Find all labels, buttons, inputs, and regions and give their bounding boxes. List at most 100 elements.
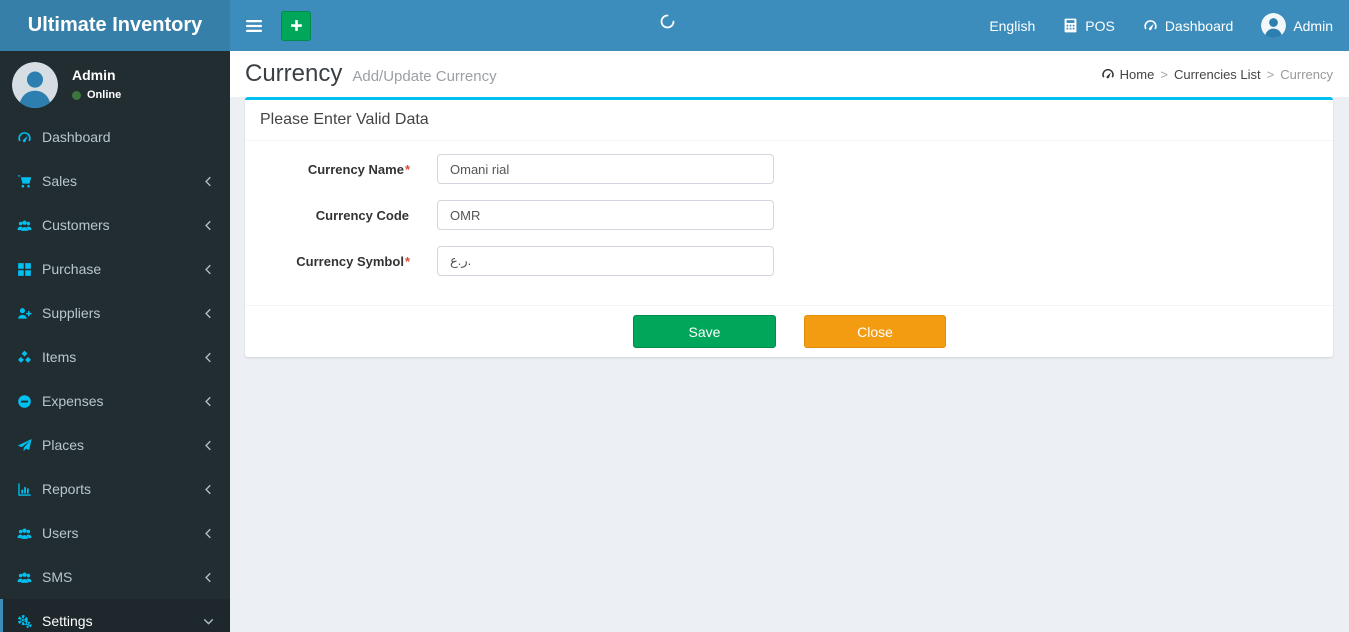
angle-left-icon (202, 527, 215, 540)
calculator-icon (1064, 18, 1077, 33)
nav-dashboard-label: Dashboard (1164, 17, 1234, 34)
sidebar-item-label: Dashboard (42, 129, 111, 145)
angle-left-icon (202, 307, 215, 320)
sidebar-item-label: Items (42, 349, 77, 365)
sidebar-item-reports[interactable]: Reports (0, 467, 230, 511)
minus-circle-icon (17, 394, 32, 409)
bar-chart-icon (17, 482, 32, 497)
paper-plane-icon (17, 438, 32, 453)
nav-language[interactable]: English (975, 0, 1049, 51)
users-icon (17, 218, 32, 233)
home-dashboard-icon (1101, 67, 1115, 81)
sidebar-item-purchase[interactable]: Purchase (0, 247, 230, 291)
brand-logo[interactable]: Ultimate Inventory (0, 0, 230, 51)
shopping-cart-icon (17, 174, 32, 189)
breadcrumb-home[interactable]: Home (1101, 66, 1155, 82)
online-status-icon (72, 90, 81, 100)
save-button[interactable]: Save (633, 315, 776, 348)
angle-left-icon (202, 351, 215, 364)
page-subtitle: Add/Update Currency (352, 68, 497, 85)
angle-left-icon (202, 439, 215, 452)
label-text: Currency Code (315, 207, 409, 223)
sidebar-item-label: Suppliers (42, 305, 101, 321)
angle-left-icon (202, 263, 215, 276)
nav-dashboard[interactable]: Dashboard (1129, 0, 1248, 51)
sidebar-item-label: SMS (42, 569, 73, 585)
sidebar-item-users[interactable]: Users (0, 511, 230, 555)
required-asterisk: * (404, 161, 410, 177)
loading-spinner-icon (660, 14, 675, 29)
page-title: Currency (245, 60, 343, 87)
sidebar-item-label: Reports (42, 481, 92, 497)
required-asterisk: * (404, 253, 410, 269)
sidebar-item-sms[interactable]: SMS (0, 555, 230, 599)
sidebar-item-label: Sales (42, 173, 78, 189)
sidebar-item-label: Places (42, 437, 85, 453)
gear-icon (17, 614, 32, 629)
sidebar-user-panel: Admin Online (0, 51, 230, 115)
form-row: Currency Symbol* (260, 246, 1318, 276)
nav-pos-label: POS (1085, 17, 1115, 34)
label-text: Currency Symbol (296, 253, 404, 269)
content-area: Please Enter Valid Data Currency Name* C… (230, 97, 1349, 632)
breadcrumb-current: Currency (1280, 66, 1333, 82)
sidebar-avatar (12, 62, 58, 108)
panel-footer: Save Close (245, 305, 1333, 357)
sidebar-item-label: Purchase (42, 261, 102, 277)
sidebar-item-suppliers[interactable]: Suppliers (0, 291, 230, 335)
sidebar-item-label: Users (42, 525, 79, 541)
users-icon (17, 570, 32, 585)
currency-form-panel: Please Enter Valid Data Currency Name* C… (245, 97, 1333, 357)
angle-left-icon (202, 571, 215, 584)
angle-left-icon (202, 395, 215, 408)
angle-down-icon (202, 615, 215, 628)
sidebar-item-settings[interactable]: Settings (0, 599, 230, 632)
navbar-right: English POS Dashboard Admin (975, 0, 1349, 51)
currency-symbol-input[interactable] (437, 246, 774, 276)
app-window: Ultimate Inventory English POS Dashboard… (0, 0, 1349, 632)
users-icon (17, 526, 32, 541)
nav-user-menu[interactable]: Admin (1247, 0, 1349, 51)
form-row: Currency Name* (260, 154, 1318, 184)
breadcrumb-currencies-list[interactable]: Currencies List (1174, 67, 1261, 82)
sidebar-item-sales[interactable]: Sales (0, 159, 230, 203)
breadcrumb-separator: > (1266, 66, 1275, 82)
currency-name-input[interactable] (437, 154, 774, 184)
sidebar-item-label: Customers (42, 217, 110, 233)
currency-form: Currency Name* Currency Code Currency Sy… (245, 141, 1333, 305)
form-row: Currency Code (260, 200, 1318, 230)
sidebar-user-name: Admin (72, 67, 116, 83)
nav-language-label: English (989, 17, 1036, 34)
sidebar-menu: Dashboard Sales Customers Purchase Suppl… (0, 115, 230, 632)
sidebar-item-customers[interactable]: Customers (0, 203, 230, 247)
plus-icon (290, 20, 302, 31)
main-area: Currency Add/Update Currency Home > Curr… (230, 51, 1349, 632)
navbar: English POS Dashboard Admin (230, 0, 1349, 51)
top-bar: Ultimate Inventory English POS Dashboard… (0, 0, 1349, 51)
angle-left-icon (202, 219, 215, 232)
label-text: Currency Name (307, 161, 404, 177)
breadcrumb: Home > Currencies List > Currency (1101, 67, 1333, 82)
user-plus-icon (17, 306, 32, 321)
sidebar-user-status: Online (87, 89, 122, 101)
sidebar-item-dashboard[interactable]: Dashboard (0, 115, 230, 159)
currency-code-input[interactable] (437, 200, 774, 230)
sidebar-item-items[interactable]: Items (0, 335, 230, 379)
nav-user-label: Admin (1293, 17, 1333, 34)
angle-left-icon (202, 175, 215, 188)
nav-pos[interactable]: POS (1049, 0, 1129, 51)
hamburger-icon (246, 19, 262, 32)
currency-name-label: Currency Name* (260, 162, 410, 177)
sidebar-toggle-button[interactable] (230, 0, 278, 51)
dashboard-gauge-icon (1144, 20, 1157, 31)
sidebar-item-expenses[interactable]: Expenses (0, 379, 230, 423)
quick-add-button[interactable] (281, 10, 311, 41)
currency-code-label: Currency Code (260, 208, 410, 223)
breadcrumb-home-label: Home (1119, 66, 1155, 82)
sidebar-item-places[interactable]: Places (0, 423, 230, 467)
grid-icon (17, 262, 32, 277)
sidebar-item-label: Settings (42, 613, 93, 629)
close-button[interactable]: Close (804, 315, 946, 348)
dashboard-gauge-icon (17, 130, 32, 145)
sidebar: Admin Online Dashboard Sales Customers P… (0, 51, 230, 632)
